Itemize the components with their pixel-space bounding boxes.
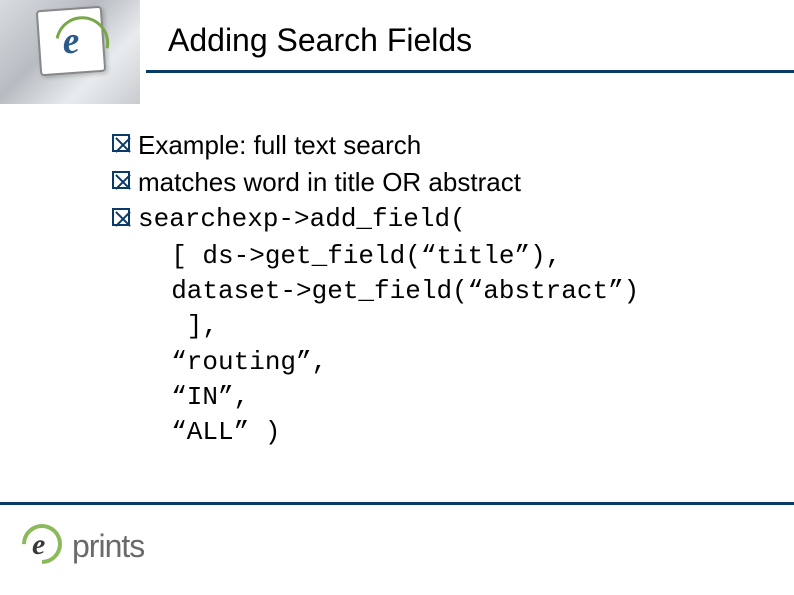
checkbox-x-icon xyxy=(112,134,130,152)
bullet-text: Example: full text search xyxy=(138,128,421,163)
footer-logo-text: prints xyxy=(72,528,144,565)
slide-content: Example: full text search matches word i… xyxy=(112,128,752,450)
header-decorative-image: e xyxy=(0,0,140,104)
code-line: “routing”, xyxy=(140,345,752,380)
bullet-item: matches word in title OR abstract xyxy=(112,165,752,200)
eprints-logo-box: e xyxy=(36,6,106,76)
bullet-text: matches word in title OR abstract xyxy=(138,165,521,200)
code-line: “ALL” ) xyxy=(140,415,752,450)
code-line: dataset->get_field(“abstract”) xyxy=(140,274,752,309)
checkbox-x-icon xyxy=(112,208,130,226)
eprints-logo-icon: e xyxy=(22,524,66,568)
footer-logo: e prints xyxy=(22,519,192,573)
code-line: “IN”, xyxy=(140,380,752,415)
code-line: ], xyxy=(140,309,752,344)
code-line: searchexp->add_field( xyxy=(138,202,466,237)
footer-logo-letter: e xyxy=(32,528,45,562)
code-line: [ ds->get_field(“title”), xyxy=(140,239,752,274)
checkbox-x-icon xyxy=(112,171,130,189)
slide-title: Adding Search Fields xyxy=(168,22,472,59)
title-underline xyxy=(146,70,794,73)
bullet-item-code: searchexp->add_field( xyxy=(112,202,752,237)
eprints-logo-e-icon: e xyxy=(61,18,81,63)
footer-divider xyxy=(0,502,794,505)
bullet-item: Example: full text search xyxy=(112,128,752,163)
